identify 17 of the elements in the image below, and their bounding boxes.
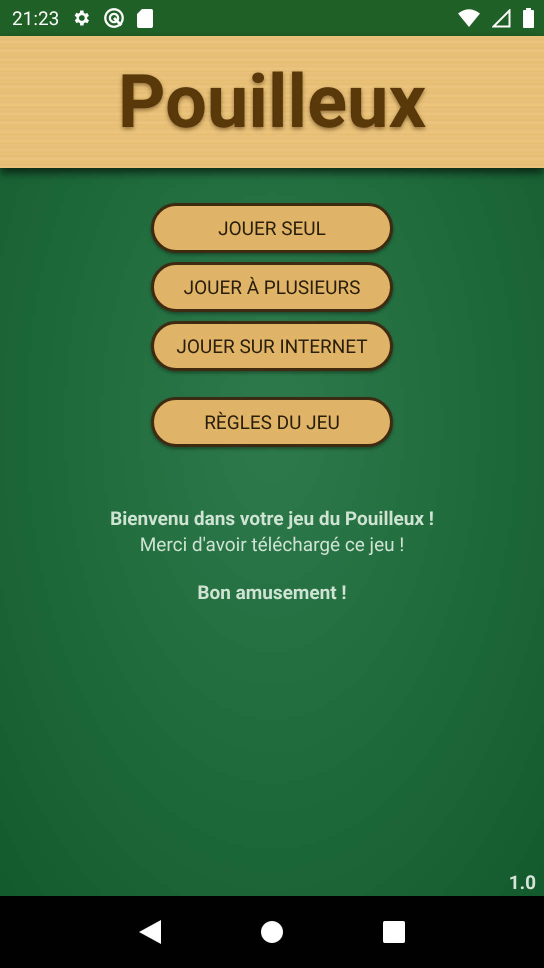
menu-button[interactable]: JOUER SUR INTERNET <box>151 321 393 371</box>
back-icon[interactable] <box>139 920 161 944</box>
menu-button[interactable]: JOUER SEUL <box>151 203 393 253</box>
app-title: Pouilleux <box>118 58 426 146</box>
sd-card-icon <box>137 8 154 28</box>
wifi-icon <box>458 9 480 27</box>
no-sync-icon <box>103 7 126 29</box>
clock: 21:23 <box>12 6 60 30</box>
welcome-text: Merci d'avoir téléchargé ce jeu ! <box>140 532 404 558</box>
version-label: 1.0 <box>508 871 536 894</box>
welcome-text: Bienvenu dans votre jeu du Pouilleux ! <box>110 506 434 532</box>
signal-icon <box>492 8 511 28</box>
home-icon[interactable] <box>261 921 283 943</box>
welcome-text: Bon amusement ! <box>197 580 347 606</box>
battery-icon <box>523 8 534 28</box>
menu-button[interactable]: JOUER À PLUSIEURS <box>151 262 393 312</box>
rules-button[interactable]: RÈGLES DU JEU <box>151 397 393 447</box>
